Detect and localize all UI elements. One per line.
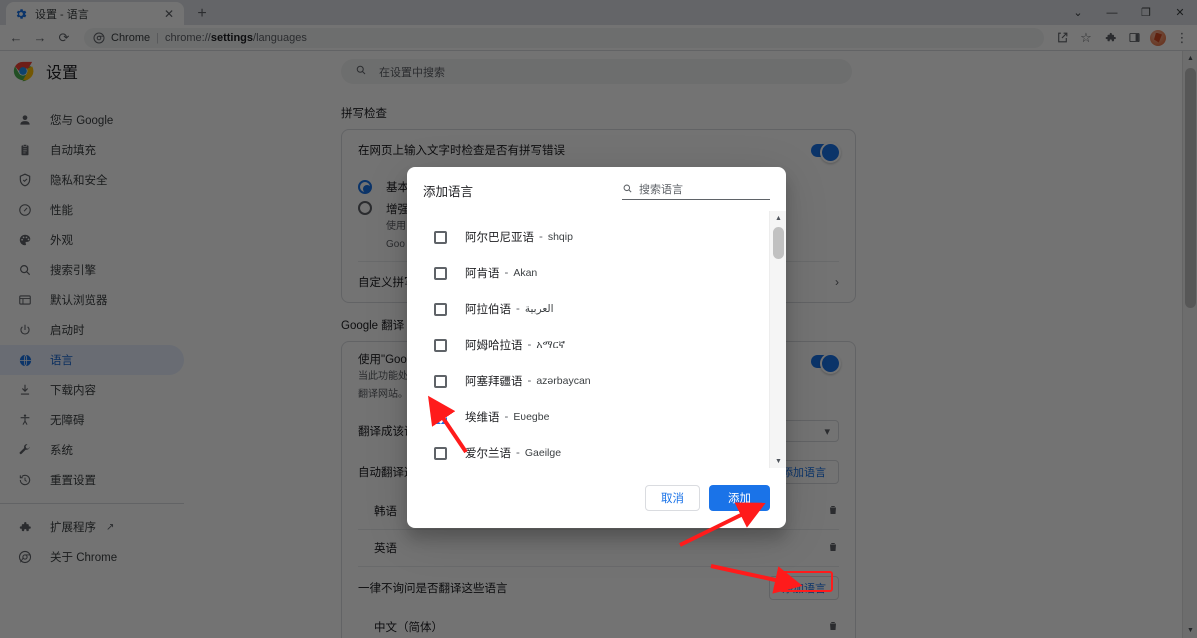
arrow-to-add-language-button <box>710 564 803 594</box>
browser-window: 设置 - 语言 ✕ + ⌄ — ❐ ✕ ← → ⟳ Chrome | chrom… <box>0 0 1197 638</box>
arrow-to-add-button <box>679 502 766 547</box>
annotation-arrows <box>428 395 803 594</box>
arrow-to-checkbox <box>428 395 468 454</box>
